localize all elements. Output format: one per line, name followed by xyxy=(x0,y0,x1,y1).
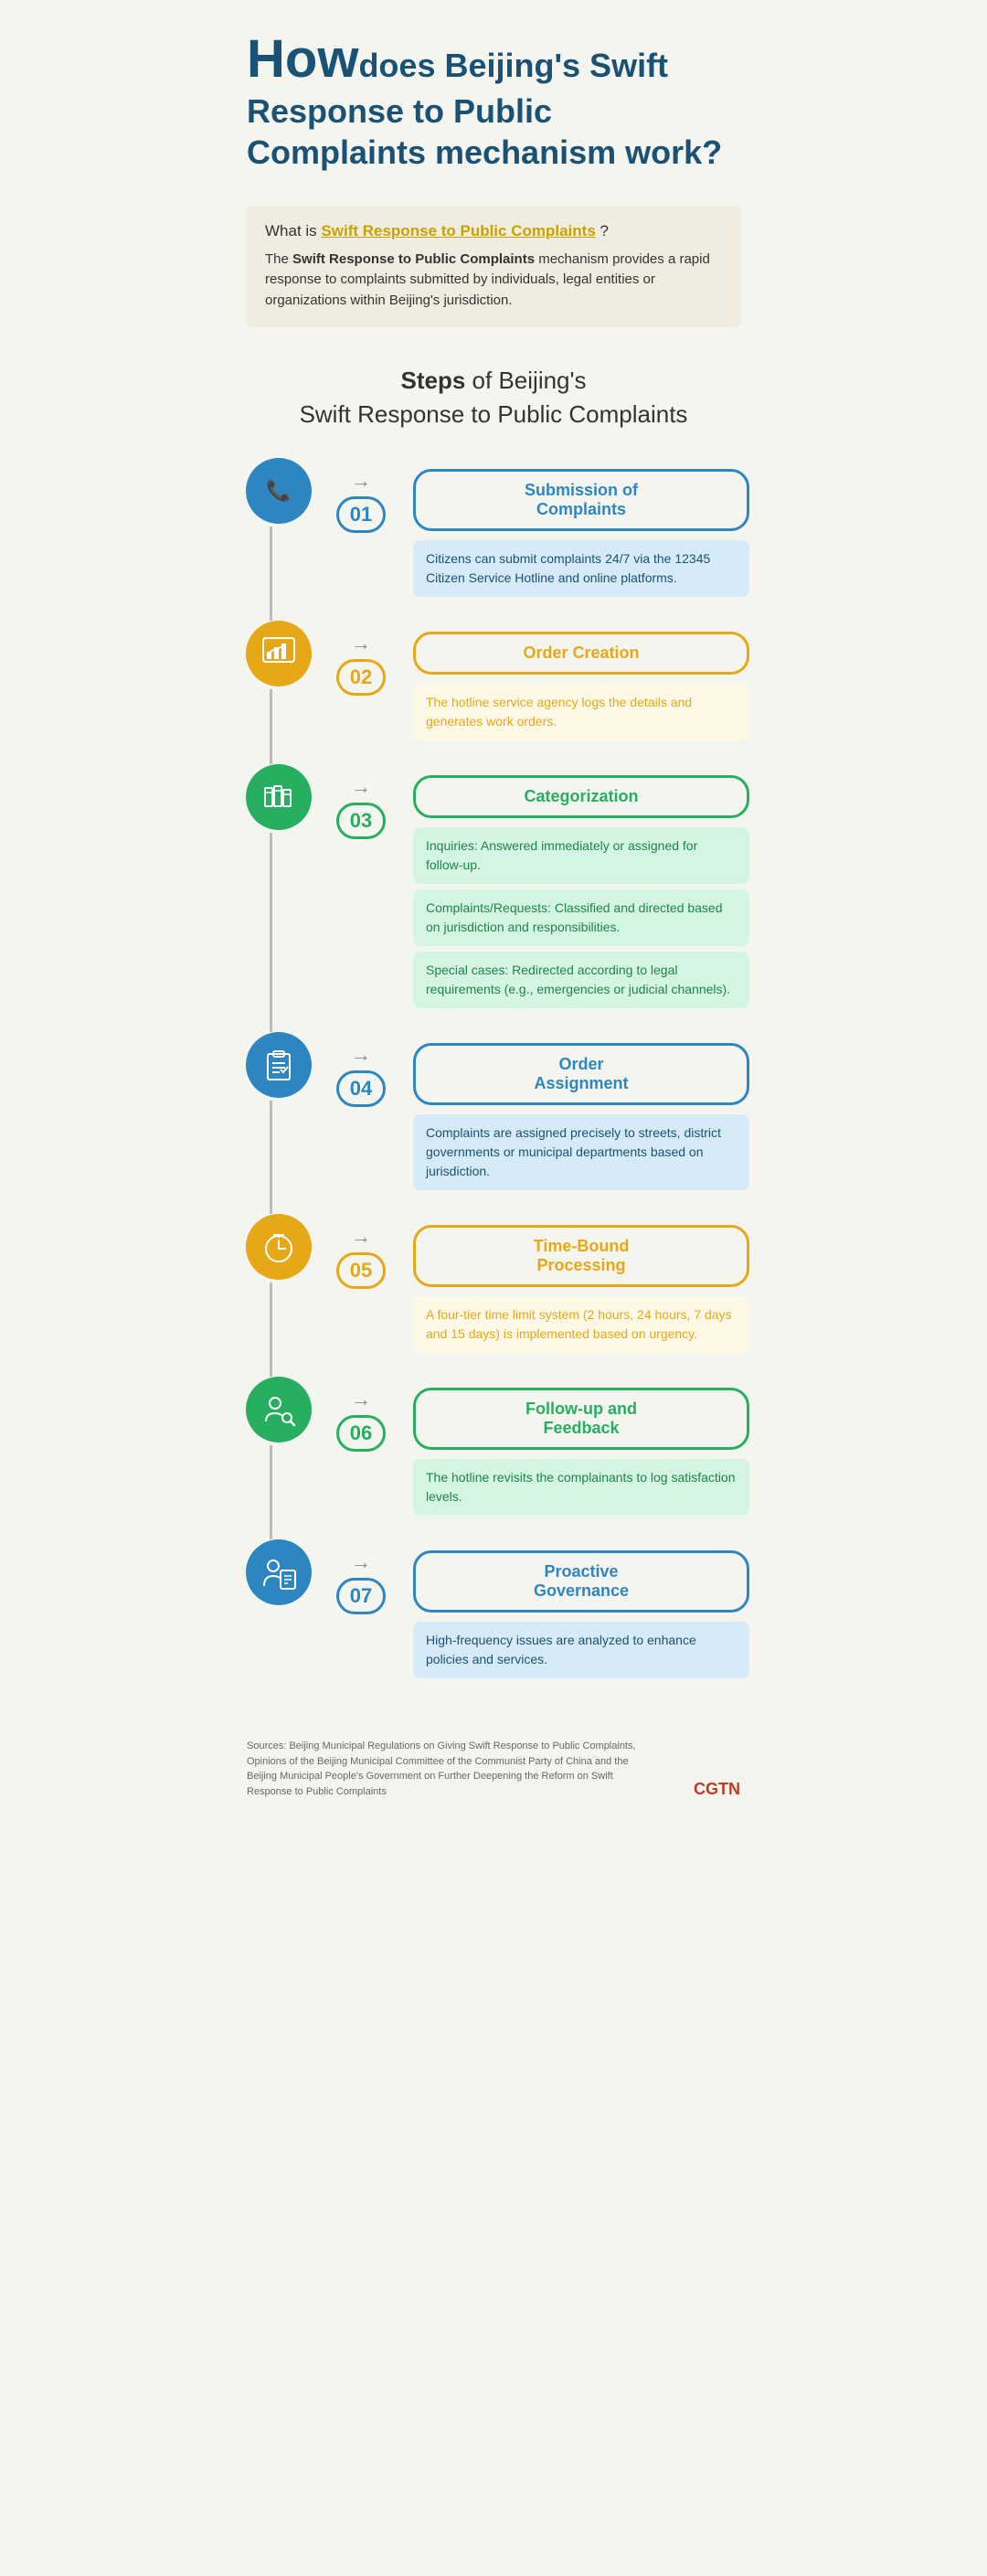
step-number-box-07: 07 xyxy=(336,1578,386,1614)
step-04: → 04 OrderAssignment Complaints are assi… xyxy=(238,1032,749,1196)
step-icon-circle-04 xyxy=(246,1032,312,1098)
vertical-line-0 xyxy=(270,527,272,621)
info-box: High-frequency issues are analyzed to en… xyxy=(413,1622,749,1678)
arrow-icon-06: → xyxy=(351,1388,371,1411)
arrow-icon-01: → xyxy=(351,469,371,493)
step-label-06: Follow-up andFeedback xyxy=(413,1388,749,1450)
step-middle-03: → 03 xyxy=(320,764,402,839)
step-left-02 xyxy=(238,621,320,687)
definition-question: What is Swift Response to Public Complai… xyxy=(265,222,722,240)
step-right-03: Categorization Inquiries: Answered immed… xyxy=(402,764,749,1014)
arrow-icon-03: → xyxy=(351,775,371,799)
step-middle-02: → 02 xyxy=(320,621,402,696)
step-02: → 02 Order Creation The hotline service … xyxy=(238,621,749,746)
step-right-05: Time-BoundProcessing A four-tier time li… xyxy=(402,1214,749,1358)
definition-question-before: What is xyxy=(265,222,321,240)
info-box: A four-tier time limit system (2 hours, … xyxy=(413,1296,749,1353)
step-label-04: OrderAssignment xyxy=(413,1043,749,1105)
step-icon-circle-01: 📞 xyxy=(246,458,312,524)
step-left-04 xyxy=(238,1032,320,1098)
info-box: Inquiries: Answered immediately or assig… xyxy=(413,827,749,884)
page: Howdoes Beijing's Swift Response to Publ… xyxy=(219,0,768,1817)
step-label-01: Submission ofComplaints xyxy=(413,469,749,531)
info-box: Complaints/Requests: Classified and dire… xyxy=(413,889,749,946)
step-middle-06: → 06 xyxy=(320,1377,402,1452)
header-title: Howdoes Beijing's Swift Response to Publ… xyxy=(247,27,740,175)
step-middle-05: → 05 xyxy=(320,1214,402,1289)
info-box: The hotline service agency logs the deta… xyxy=(413,684,749,740)
step-05: → 05 Time-BoundProcessing A four-tier ti… xyxy=(238,1214,749,1358)
step-label-02: Order Creation xyxy=(413,632,749,675)
step-number-box-04: 04 xyxy=(336,1070,386,1107)
step-06: → 06 Follow-up andFeedback The hotline r… xyxy=(238,1377,749,1521)
step-icon-circle-03 xyxy=(246,764,312,830)
definition-text: The Swift Response to Public Complaints … xyxy=(265,250,722,312)
step-number-box-06: 06 xyxy=(336,1415,386,1452)
info-box: Special cases: Redirected according to l… xyxy=(413,952,749,1008)
step-icon-circle-05 xyxy=(246,1214,312,1280)
info-box: Complaints are assigned precisely to str… xyxy=(413,1114,749,1190)
vertical-line-2 xyxy=(270,833,272,1032)
step-label-03: Categorization xyxy=(413,775,749,818)
step-number-box-05: 05 xyxy=(336,1252,386,1289)
arrow-icon-05: → xyxy=(351,1225,371,1249)
arrow-icon-02: → xyxy=(351,632,371,655)
definition-question-highlight: Swift Response to Public Complaints xyxy=(321,222,595,240)
step-right-07: ProactiveGovernance High-frequency issue… xyxy=(402,1539,749,1684)
step-right-01: Submission ofComplaints Citizens can sub… xyxy=(402,458,749,602)
step-number-box-01: 01 xyxy=(336,496,386,533)
step-left-06 xyxy=(238,1377,320,1442)
header: Howdoes Beijing's Swift Response to Publ… xyxy=(219,0,768,197)
step-middle-04: → 04 xyxy=(320,1032,402,1107)
vertical-line-5 xyxy=(270,1445,272,1539)
step-middle-01: → 01 xyxy=(320,458,402,533)
step-left-01: 📞 xyxy=(238,458,320,524)
footer-source: Sources: Beijing Municipal Regulations o… xyxy=(247,1739,642,1799)
step-icon-circle-02 xyxy=(246,621,312,687)
step-icon-circle-06 xyxy=(246,1377,312,1442)
step-03: → 03 Categorization Inquiries: Answered … xyxy=(238,764,749,1014)
vertical-line-4 xyxy=(270,1283,272,1377)
arrow-icon-04: → xyxy=(351,1043,371,1067)
step-label-05: Time-BoundProcessing xyxy=(413,1225,749,1287)
info-box: The hotline revisits the complainants to… xyxy=(413,1459,749,1516)
arrow-icon-07: → xyxy=(351,1550,371,1574)
footer: Sources: Beijing Municipal Regulations o… xyxy=(219,1720,768,1817)
step-number-box-03: 03 xyxy=(336,803,386,839)
steps-title-bold: Steps xyxy=(401,367,466,394)
steps-section: Steps of Beijing'sSwift Response to Publ… xyxy=(219,355,768,1720)
step-left-05 xyxy=(238,1214,320,1280)
step-middle-07: → 07 xyxy=(320,1539,402,1614)
step-left-07 xyxy=(238,1539,320,1605)
definition-bold: Swift Response to Public Complaints xyxy=(292,251,535,267)
footer-logo: CGTN xyxy=(694,1780,740,1799)
step-07: → 07 ProactiveGovernance High-frequency … xyxy=(238,1539,749,1684)
vertical-line-1 xyxy=(270,689,272,764)
step-number-box-02: 02 xyxy=(336,659,386,696)
step-icon-circle-07 xyxy=(246,1539,312,1605)
steps-title: Steps of Beijing'sSwift Response to Publ… xyxy=(238,364,749,431)
header-how: How xyxy=(247,29,358,89)
vertical-line-3 xyxy=(270,1101,272,1214)
definition-box: What is Swift Response to Public Complai… xyxy=(247,206,740,328)
step-right-02: Order Creation The hotline service agenc… xyxy=(402,621,749,746)
step-label-07: ProactiveGovernance xyxy=(413,1550,749,1613)
step-right-04: OrderAssignment Complaints are assigned … xyxy=(402,1032,749,1196)
definition-question-after: ? xyxy=(596,222,609,240)
steps-container: 📞 → 01 Submission ofComplaints Citizens … xyxy=(238,458,749,1684)
step-left-03 xyxy=(238,764,320,830)
info-box: Citizens can submit complaints 24/7 via … xyxy=(413,540,749,597)
step-01: 📞 → 01 Submission ofComplaints Citizens … xyxy=(238,458,749,602)
svg-text:📞: 📞 xyxy=(266,477,292,502)
step-right-06: Follow-up andFeedback The hotline revisi… xyxy=(402,1377,749,1521)
